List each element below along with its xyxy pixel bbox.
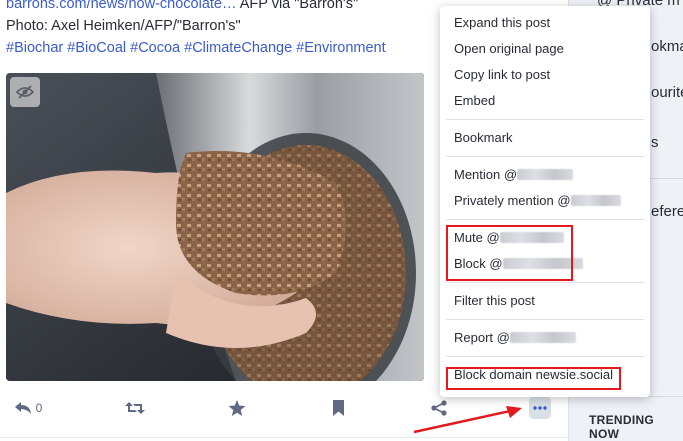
- menu-privately-mention[interactable]: Privately mention @: [440, 188, 650, 214]
- post-content: barrons.com/news/how-chocolate… AFP via …: [6, 0, 436, 59]
- highlight-box-block-domain: [446, 367, 621, 390]
- redacted-username: [509, 332, 576, 343]
- more-options-button[interactable]: [529, 397, 551, 419]
- redacted-username: [517, 169, 574, 180]
- hashtags[interactable]: #Biochar #BioCoal #Cocoa #ClimateChange …: [6, 37, 436, 59]
- post-divider: [0, 437, 568, 438]
- menu-embed[interactable]: Embed: [440, 88, 650, 114]
- bookmark-button[interactable]: [325, 392, 351, 424]
- article-source: AFP via "Barron's": [236, 0, 359, 12]
- article-link[interactable]: barrons.com/news/how-chocolate…: [6, 0, 237, 12]
- reply-button[interactable]: 0: [8, 392, 48, 424]
- sidebar-item-bookmarks[interactable]: okmark: [651, 38, 683, 55]
- menu-separator: [446, 282, 644, 283]
- menu-report-user[interactable]: Report @: [440, 325, 650, 351]
- reply-count: 0: [35, 401, 43, 415]
- menu-open-original[interactable]: Open original page: [440, 36, 650, 62]
- menu-expand-post[interactable]: Expand this post: [440, 10, 650, 36]
- reply-icon: [14, 402, 31, 414]
- menu-copy-link[interactable]: Copy link to post: [440, 62, 650, 88]
- menu-report-label: Report @: [454, 330, 510, 345]
- boost-button[interactable]: [122, 392, 148, 424]
- sidebar-item-lists[interactable]: s: [651, 134, 659, 151]
- ellipsis-icon: [533, 406, 547, 410]
- highlight-box-mute-block: [446, 225, 573, 281]
- menu-mention-label: Mention @: [454, 167, 518, 182]
- menu-separator: [446, 156, 644, 157]
- hide-media-button[interactable]: [10, 77, 40, 107]
- menu-filter-post[interactable]: Filter this post: [440, 288, 650, 314]
- sidebar-item-favourites[interactable]: ourite: [651, 84, 683, 101]
- post-image[interactable]: [6, 73, 424, 381]
- star-icon: [228, 399, 246, 416]
- redacted-username: [570, 195, 621, 206]
- red-arrow-annotation: [413, 406, 522, 434]
- menu-mention[interactable]: Mention @: [440, 162, 650, 188]
- post-line-1: barrons.com/news/how-chocolate… AFP via …: [6, 0, 436, 15]
- cocoa-hand-photo: [6, 73, 424, 381]
- retweet-icon: [125, 402, 145, 414]
- post-options-menu: Expand this post Open original page Copy…: [440, 6, 650, 397]
- trending-now-heading: TRENDING NOW: [589, 413, 655, 441]
- menu-privately-mention-label: Privately mention @: [454, 193, 571, 208]
- photo-credit: Photo: Axel Heimken/AFP/"Barron's": [6, 18, 241, 34]
- favourite-button[interactable]: [224, 392, 250, 424]
- menu-bookmark[interactable]: Bookmark: [440, 125, 650, 151]
- bookmark-icon: [332, 400, 344, 416]
- menu-separator: [446, 119, 644, 120]
- eye-slash-icon: [16, 85, 34, 99]
- sidebar-item-preferences[interactable]: eferenc: [651, 203, 683, 220]
- menu-separator: [446, 319, 644, 320]
- menu-separator: [446, 356, 644, 357]
- menu-separator: [446, 219, 644, 220]
